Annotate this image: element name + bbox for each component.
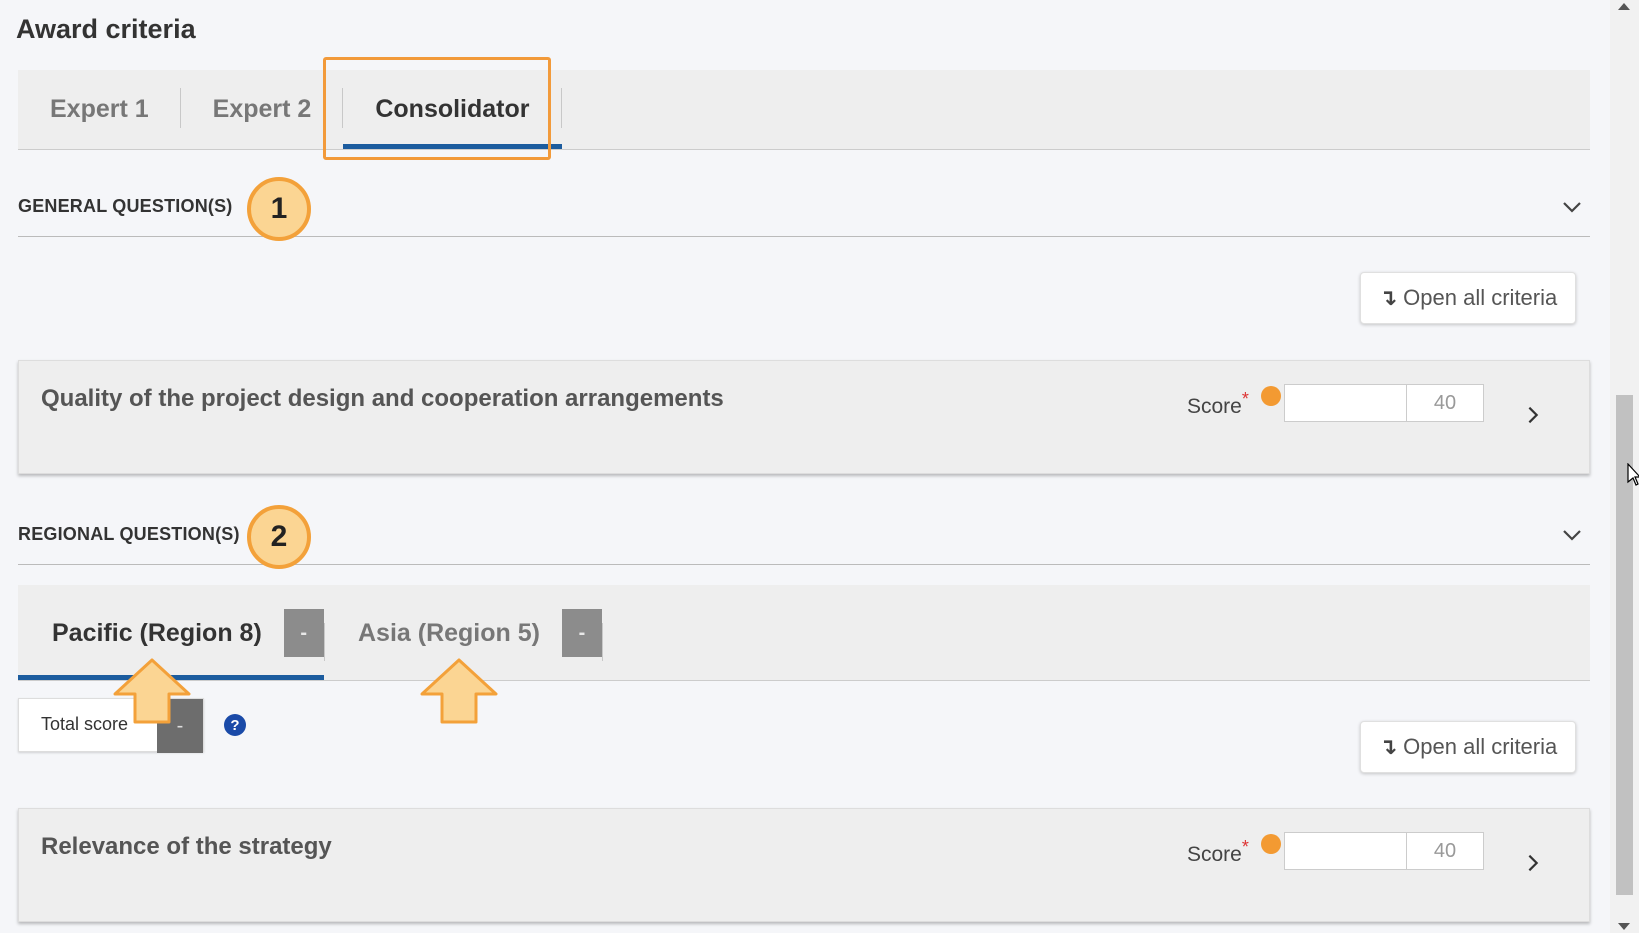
scroll-down-arrow-icon[interactable] bbox=[1618, 923, 1630, 930]
score-input[interactable] bbox=[1284, 832, 1408, 870]
annotation-badge-2: 2 bbox=[247, 505, 311, 569]
section-label: REGIONAL QUESTION(S) bbox=[18, 524, 240, 544]
tab-expert-1[interactable]: Expert 1 bbox=[18, 70, 181, 149]
award-criteria-page: Award criteria Expert 1 Expert 2 Consoli… bbox=[0, 0, 1610, 933]
annotation-up-arrow-icon bbox=[113, 658, 191, 724]
active-tab-indicator bbox=[343, 144, 562, 149]
unsaved-indicator-dot bbox=[1261, 834, 1281, 854]
page-title: Award criteria bbox=[16, 14, 196, 44]
chevron-down-icon[interactable] bbox=[1560, 523, 1584, 547]
score-max: 40 bbox=[1406, 832, 1484, 870]
tab-label: Expert 1 bbox=[50, 95, 149, 123]
required-marker: * bbox=[1241, 389, 1249, 409]
chevron-right-icon[interactable] bbox=[1522, 404, 1544, 426]
tab-expert-2[interactable]: Expert 2 bbox=[181, 70, 344, 149]
annotation-badge-1: 1 bbox=[247, 177, 311, 241]
tab-consolidator[interactable]: Consolidator bbox=[343, 70, 562, 149]
score-label: Score* bbox=[1187, 837, 1249, 866]
scroll-up-arrow-icon[interactable] bbox=[1618, 3, 1630, 10]
tab-divider bbox=[324, 623, 325, 661]
help-icon[interactable]: ? bbox=[224, 714, 246, 736]
score-input[interactable] bbox=[1284, 384, 1408, 422]
criterion-title: Quality of the project design and cooper… bbox=[41, 385, 724, 412]
chevron-right-icon[interactable] bbox=[1522, 852, 1544, 874]
tab-label: Expert 2 bbox=[212, 95, 312, 123]
region-score-badge: - bbox=[561, 609, 602, 657]
tab-label: Pacific (Region 8) bbox=[52, 618, 262, 647]
open-all-arrow-icon: ↴ bbox=[1378, 285, 1398, 310]
region-tabs: Pacific (Region 8) - Asia (Region 5) - bbox=[18, 585, 1590, 681]
score-label: Score* bbox=[1187, 389, 1249, 418]
expert-tabs: Expert 1 Expert 2 Consolidator bbox=[18, 70, 1590, 150]
score-max: 40 bbox=[1406, 384, 1484, 422]
criterion-card-quality[interactable]: Quality of the project design and cooper… bbox=[18, 360, 1590, 474]
mouse-cursor-icon bbox=[1627, 463, 1639, 486]
open-all-criteria-button[interactable]: ↴ Open all criteria bbox=[1360, 721, 1576, 773]
open-all-criteria-button[interactable]: ↴ Open all criteria bbox=[1360, 272, 1576, 324]
criterion-title: Relevance of the strategy bbox=[41, 833, 332, 860]
open-all-label: Open all criteria bbox=[1403, 734, 1558, 759]
chevron-down-icon[interactable] bbox=[1560, 195, 1584, 219]
tab-label: Asia (Region 5) bbox=[358, 618, 540, 647]
unsaved-indicator-dot bbox=[1261, 386, 1281, 406]
open-all-arrow-icon: ↴ bbox=[1378, 734, 1398, 759]
required-marker: * bbox=[1241, 837, 1249, 857]
region-score-badge: - bbox=[283, 609, 324, 657]
section-label: GENERAL QUESTION(S) bbox=[18, 196, 233, 216]
tab-divider bbox=[602, 623, 603, 661]
criterion-card-relevance[interactable]: Relevance of the strategy Score* 40 bbox=[18, 808, 1590, 922]
annotation-up-arrow-icon bbox=[420, 658, 498, 724]
tab-label: Consolidator bbox=[375, 95, 530, 123]
open-all-label: Open all criteria bbox=[1403, 285, 1558, 310]
